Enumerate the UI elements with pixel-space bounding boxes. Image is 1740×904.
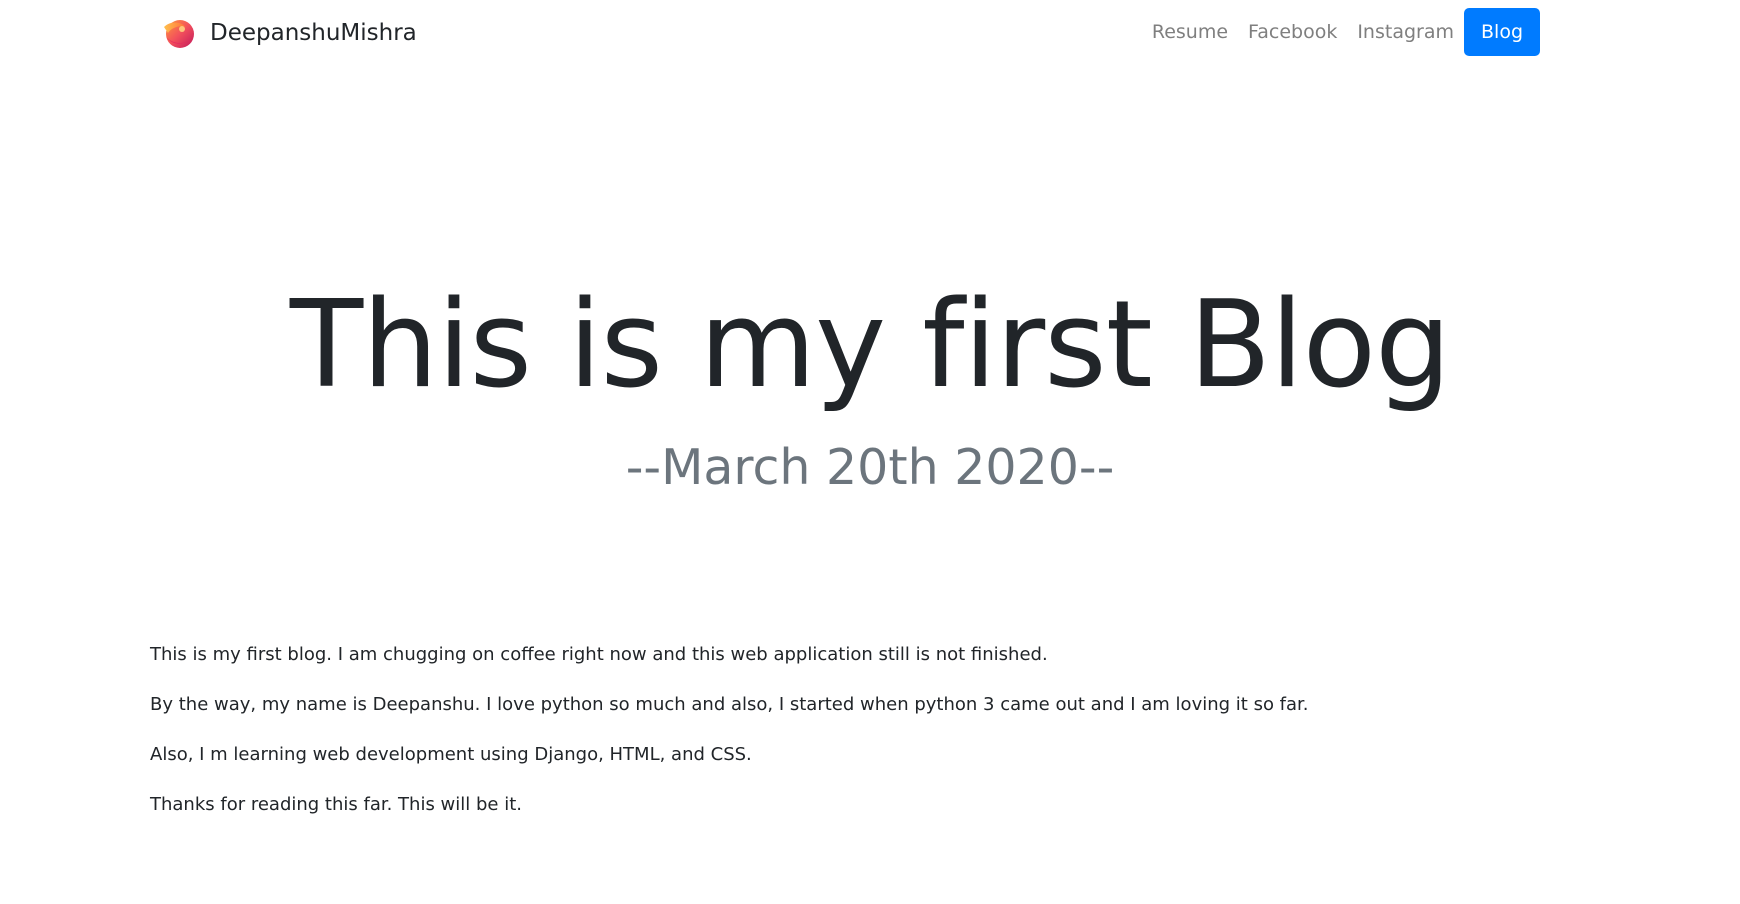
nav-links: Resume Facebook Instagram Blog	[1142, 8, 1540, 56]
post-date: --March 20th 2020--	[625, 439, 1115, 496]
paragraph: By the way, my name is Deepanshu. I love…	[150, 694, 1309, 715]
page-title: This is my first Blog	[289, 276, 1451, 415]
page: DeepanshuMishra Resume Facebook Instagra…	[0, 0, 1740, 904]
paragraph: Also, I m learning web development using…	[150, 744, 752, 765]
nav-link-instagram[interactable]: Instagram	[1347, 21, 1464, 43]
nav-link-resume[interactable]: Resume	[1142, 21, 1238, 43]
paragraph: Thanks for reading this far. This will b…	[150, 794, 523, 815]
navbar: DeepanshuMishra Resume Facebook Instagra…	[0, 0, 1740, 64]
paragraph: This is my first blog. I am chugging on …	[150, 644, 1048, 665]
nav-link-blog[interactable]: Blog	[1464, 8, 1540, 56]
colorful-logo-icon	[164, 20, 194, 48]
brand-name: DeepanshuMishra	[210, 20, 417, 46]
nav-link-facebook[interactable]: Facebook	[1238, 21, 1347, 43]
brand-link[interactable]: DeepanshuMishra	[160, 14, 417, 52]
blog-content: This is my first blog. I am chugging on …	[150, 643, 1590, 843]
